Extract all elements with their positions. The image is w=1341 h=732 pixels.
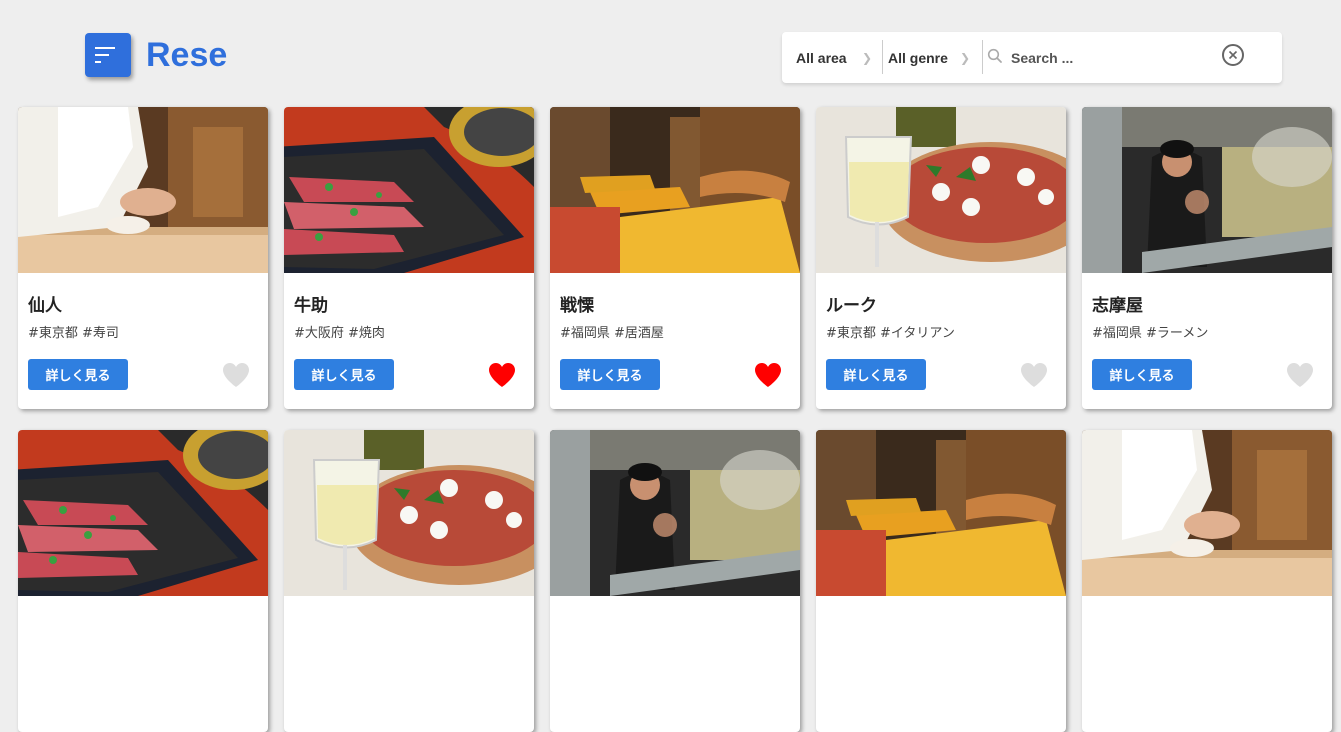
shop-image — [550, 430, 800, 596]
shop-card — [1082, 430, 1332, 732]
shop-image — [1082, 430, 1332, 596]
genre-select-label: All genre — [888, 49, 948, 66]
shop-name: ルーク — [826, 296, 877, 316]
shop-image — [284, 107, 534, 273]
heart-icon[interactable] — [221, 361, 251, 389]
brand-logo[interactable]: Rese — [146, 36, 227, 75]
chevron-right-icon: ❯ — [862, 50, 873, 65]
shop-card: 戦慄 #福岡県 #居酒屋詳しく見る — [550, 107, 800, 409]
close-icon — [1228, 50, 1238, 60]
shop-image — [18, 107, 268, 273]
shop-card — [550, 430, 800, 732]
area-select-label: All area — [796, 49, 847, 66]
shop-image — [550, 107, 800, 273]
detail-button[interactable]: 詳しく見る — [1092, 359, 1192, 390]
shop-name: 戦慄 — [560, 296, 594, 316]
shop-image — [816, 107, 1066, 273]
detail-button[interactable]: 詳しく見る — [826, 359, 926, 390]
search-bar: All area ❯ All genre ❯ — [782, 32, 1282, 83]
shop-card: 牛助 #大阪府 #焼肉詳しく見る — [284, 107, 534, 409]
shop-card — [18, 430, 268, 732]
search-input[interactable] — [1009, 42, 1213, 74]
detail-button[interactable]: 詳しく見る — [560, 359, 660, 390]
heart-icon[interactable] — [487, 361, 517, 389]
shop-image — [284, 430, 534, 596]
detail-button[interactable]: 詳しく見る — [294, 359, 394, 390]
shop-name: 志摩屋 — [1092, 296, 1143, 316]
heart-icon[interactable] — [1019, 361, 1049, 389]
heart-icon[interactable] — [753, 361, 783, 389]
shop-name: 牛助 — [294, 296, 328, 316]
shop-image — [18, 430, 268, 596]
menu-icon[interactable] — [85, 33, 131, 77]
header: Rese All area ❯ All genre ❯ — [0, 0, 1341, 100]
shop-card — [816, 430, 1066, 732]
genre-select[interactable]: All genre ❯ — [888, 32, 980, 83]
shop-tags: #大阪府 #焼肉 — [294, 326, 385, 341]
shop-tags: #福岡県 #居酒屋 — [560, 326, 664, 341]
shop-tags: #東京都 #イタリアン — [826, 326, 955, 341]
search-icon — [987, 48, 1003, 64]
area-select[interactable]: All area ❯ — [796, 32, 882, 83]
heart-icon[interactable] — [1285, 361, 1315, 389]
shop-card: 仙人 #東京都 #寿司詳しく見る — [18, 107, 268, 409]
shop-card: ルーク #東京都 #イタリアン詳しく見る — [816, 107, 1066, 409]
chevron-right-icon: ❯ — [960, 50, 971, 65]
shop-tags: #福岡県 #ラーメン — [1092, 326, 1209, 341]
shop-tags: #東京都 #寿司 — [28, 326, 119, 341]
detail-button[interactable]: 詳しく見る — [28, 359, 128, 390]
shop-card: 志摩屋 #福岡県 #ラーメン詳しく見る — [1082, 107, 1332, 409]
shop-image — [816, 430, 1066, 596]
clear-search-button[interactable] — [1222, 44, 1244, 66]
divider — [882, 40, 883, 74]
divider — [982, 40, 983, 74]
shop-card — [284, 430, 534, 732]
shop-image — [1082, 107, 1332, 273]
shop-name: 仙人 — [28, 296, 62, 316]
